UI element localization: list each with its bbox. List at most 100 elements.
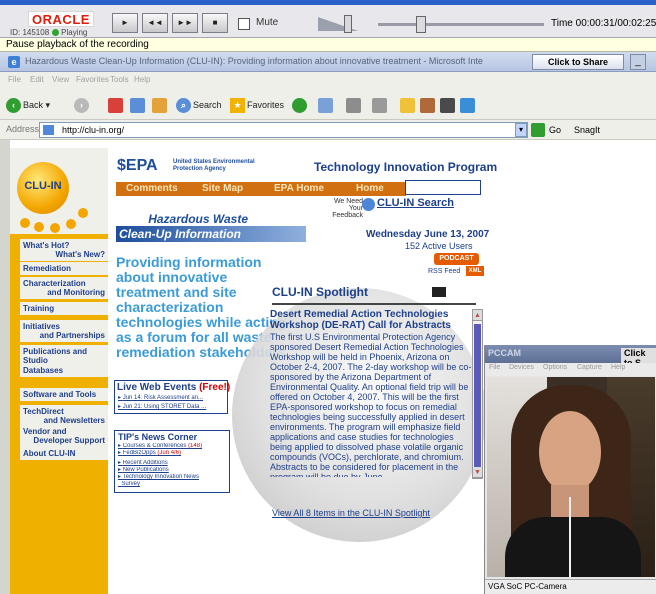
web-events-heading: Live Web Events (Free!) [117, 382, 231, 393]
sidebar-item-remediation[interactable]: Remediation [20, 262, 108, 276]
rewind-button[interactable]: ◄◄ [142, 13, 168, 33]
sidebar-item-characterization[interactable]: Characterization and Monitoring [20, 277, 108, 300]
news-link-survey[interactable]: Survey [115, 481, 229, 488]
clu-in-search-link[interactable]: CLU-IN Search [377, 197, 454, 209]
print-icon[interactable] [346, 98, 361, 113]
site-nav-bar: Comments Site Map EPA Home Home [116, 182, 406, 196]
menu-favorites[interactable]: Favorites [76, 75, 109, 84]
address-dropdown-button[interactable]: ▾ [515, 123, 527, 137]
nav-epa-home[interactable]: EPA Home [274, 182, 324, 196]
live-web-events-box: Live Web Events (Free!) ▸ Jun 14: Risk A… [114, 380, 231, 414]
sidebar-item-about[interactable]: About CLU-IN [20, 447, 108, 461]
menu-view[interactable]: View [52, 75, 69, 84]
epa-logo-subtitle: United States Environmental Protection A… [173, 159, 255, 172]
menu-edit[interactable]: Edit [30, 75, 44, 84]
web-event-link[interactable]: ▸ Jun 21: Using STORET Data ... [115, 403, 227, 412]
refresh-icon[interactable] [130, 98, 145, 113]
play-button[interactable]: ► [112, 13, 138, 33]
scroll-down-arrow-icon[interactable]: ▼ [473, 467, 482, 478]
sidebar-item-software[interactable]: Software and Tools [20, 388, 108, 402]
podcast-badge[interactable]: PODCAST [434, 253, 479, 265]
seek-bar[interactable] [378, 23, 544, 26]
menu-file[interactable]: File [8, 75, 21, 84]
favorites-button[interactable]: ★ Favorites [230, 96, 284, 114]
nav-home[interactable]: Home [356, 182, 384, 196]
news-link-new-publications[interactable]: ▸ New Publications [115, 467, 229, 474]
scrollbar-thumb[interactable] [474, 324, 481, 478]
click-to-share-button[interactable]: Click to Share [532, 54, 624, 70]
recording-id: ID: 145108 [10, 28, 50, 37]
view-all-spotlight-link[interactable]: View All 8 Items in the CLU-IN Spotlight [272, 508, 430, 518]
nav-site-map[interactable]: Site Map [202, 182, 243, 196]
mail-icon[interactable] [318, 98, 333, 113]
folder-icon[interactable] [400, 98, 415, 113]
sun-ray-icon [78, 208, 88, 218]
fast-forward-button[interactable]: ►► [172, 13, 198, 33]
recording-player-bar: ORACLE ID: 145108 Playing ► ◄◄ ►► ■ Mute … [0, 5, 656, 38]
sidebar-item-databases[interactable]: Databases [20, 364, 108, 378]
snagit-button[interactable]: SnagIt [574, 125, 600, 135]
forward-button[interactable]: › [74, 96, 91, 114]
xml-badge[interactable]: XML [466, 266, 484, 276]
news-link-recent-additions[interactable]: ▸ Recent Additions [115, 460, 229, 467]
url-input[interactable]: http://clu-in.org/ [39, 122, 528, 138]
pc-camera-title-bar[interactable]: PCCAM Click to S [485, 345, 656, 368]
banner-line-2: Clean-Up Information [116, 226, 306, 242]
lanyard-cord [569, 497, 571, 577]
pc-camera-title: PCCAM [488, 348, 521, 358]
program-title: Technology Innovation Program [314, 160, 498, 174]
cam-menu-options[interactable]: Options [543, 364, 567, 371]
menu-tools[interactable]: Tools [110, 75, 129, 84]
cam-menu-devices[interactable]: Devices [509, 364, 534, 371]
spotlight-content[interactable]: Desert Remedial Action Technologies Work… [270, 309, 472, 477]
search-button[interactable]: ⌕ Search [176, 96, 222, 114]
presenter-face [539, 411, 601, 493]
sidebar-item-training[interactable]: Training [20, 302, 108, 316]
stop-button[interactable]: ■ [202, 13, 228, 33]
spotlight-scrollbar[interactable]: ▲ ▼ [472, 309, 483, 479]
feedback-icon[interactable] [362, 198, 375, 211]
cam-menu-help[interactable]: Help [611, 364, 625, 371]
cam-menu-file[interactable]: File [489, 364, 500, 371]
news-link-courses[interactable]: ▸ Courses & Conferences (148) [115, 443, 229, 450]
people-icon[interactable] [460, 98, 475, 113]
menu-help[interactable]: Help [134, 75, 150, 84]
history-icon[interactable] [292, 98, 307, 113]
tips-news-corner-box: TIP's News Corner ▸ Courses & Conference… [114, 430, 230, 493]
epa-logo[interactable]: $EPA United States Environmental Protect… [117, 157, 255, 175]
news-link-tech-innovation-news[interactable]: ▸ Technology Innovation News [115, 474, 229, 481]
spotlight-item-title[interactable]: Desert Remedial Action Technologies Work… [270, 309, 472, 331]
go-arrow-icon[interactable] [531, 123, 545, 137]
search-icon: ⌕ [176, 98, 191, 114]
pc-camera-window: PCCAM Click to S File Devices Options Ca… [484, 345, 656, 594]
volume-slider-handle[interactable] [344, 15, 352, 33]
browser-toolbar: ‹ Back ▾ › ⌕ Search ★ Favorites [0, 90, 656, 120]
feedback-link[interactable]: We Need Your Feedback [331, 198, 363, 219]
edit-icon[interactable] [372, 98, 387, 113]
home-icon[interactable] [152, 98, 167, 113]
back-button[interactable]: ‹ Back ▾ [6, 96, 50, 114]
sidebar-item-whats-hot[interactable]: What's Hot? What's New? [20, 239, 108, 262]
mute-checkbox[interactable] [238, 18, 250, 30]
scroll-up-arrow-icon[interactable]: ▲ [473, 310, 482, 321]
web-event-link[interactable]: ▸ Jun 14: Risk Assessment an... [115, 394, 227, 403]
volume-slider[interactable] [318, 17, 358, 31]
star-icon: ★ [230, 98, 245, 114]
messenger-icon[interactable] [440, 98, 455, 113]
sun-ray-icon [20, 218, 30, 228]
go-button[interactable]: Go [549, 125, 561, 135]
stop-icon[interactable] [108, 98, 123, 113]
rss-feed-link[interactable]: RSS Feed [428, 268, 460, 275]
seek-bar-handle[interactable] [416, 16, 426, 33]
news-link-fedbizopps[interactable]: ▸ FedBizOpps (Jun 4/6) [115, 450, 229, 457]
cam-menu-capture[interactable]: Capture [577, 364, 602, 371]
sidebar-item-initiatives[interactable]: Initiatives and Partnerships [20, 320, 108, 343]
site-search-input[interactable] [405, 180, 481, 195]
hazardous-waste-banner: Hazardous Waste Clean-Up Information [116, 212, 306, 242]
sidebar-item-vendor[interactable]: Vendor and Developer Support [20, 425, 108, 448]
minimize-button[interactable]: _ [630, 54, 646, 70]
nav-comments[interactable]: Comments [126, 182, 178, 196]
search-label: Search [193, 100, 222, 110]
clu-in-logo-text: CLU-IN [24, 180, 62, 192]
research-icon[interactable] [420, 98, 435, 113]
